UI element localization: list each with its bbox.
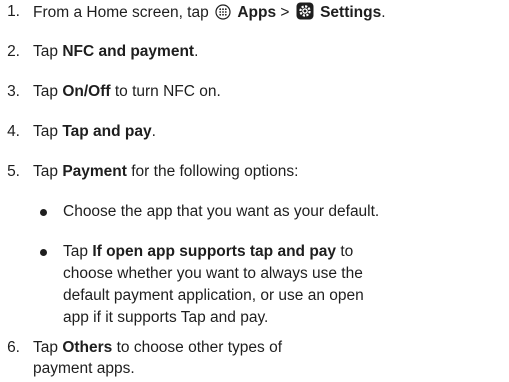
- apps-label: Apps: [237, 4, 277, 21]
- step-1-text: From a Home screen, tap Apps > Settings.: [33, 2, 386, 23]
- step-bold: NFC and payment: [62, 43, 195, 60]
- step-text: to choose other types of: [112, 339, 283, 356]
- step-number: 2.: [7, 43, 20, 60]
- step-text: Tap: [33, 123, 63, 140]
- step-number: 1.: [7, 3, 20, 20]
- step-number: 5.: [7, 163, 20, 180]
- step-text: .: [381, 4, 386, 21]
- sub-item-2-line-3: default payment application, or use an o…: [63, 287, 364, 304]
- apps-icon: [215, 4, 231, 20]
- step-text: Tap: [33, 163, 63, 180]
- step-bold: Payment: [62, 163, 127, 180]
- separator: >: [276, 4, 294, 21]
- step-text: Tap: [33, 339, 63, 356]
- sub-text: Tap: [63, 243, 93, 260]
- step-5-text: Tap Payment for the following options:: [33, 162, 298, 182]
- step-2-text: Tap NFC and payment.: [33, 42, 198, 62]
- bullet-icon: [40, 209, 47, 216]
- sub-item-1-text: Choose the app that you want as your def…: [63, 203, 380, 220]
- bullet-icon: [40, 249, 47, 256]
- sub-bold: If open app supports tap and pay: [92, 243, 337, 260]
- step-number: 3.: [7, 83, 20, 100]
- step-text: Tap: [33, 43, 63, 60]
- step-text: to turn NFC on.: [110, 83, 221, 100]
- settings-gear-icon: [296, 2, 314, 20]
- sub-item-2-line-2: choose whether you want to always use th…: [63, 265, 363, 282]
- step-3-text: Tap On/Off to turn NFC on.: [33, 82, 221, 102]
- sub-item-2-line-4: app if it supports Tap and pay.: [63, 309, 269, 326]
- step-number: 4.: [7, 123, 20, 140]
- step-6-line-1: Tap Others to choose other types of: [33, 338, 282, 358]
- settings-label: Settings: [320, 4, 382, 21]
- step-text: for the following options:: [126, 163, 299, 180]
- sub-text: to: [336, 243, 354, 260]
- step-text: From a Home screen, tap: [33, 4, 214, 21]
- step-6-line-2: payment apps.: [33, 360, 135, 377]
- sub-item-2-line-1: Tap If open app supports tap and pay to: [63, 242, 353, 262]
- step-4-text: Tap Tap and pay.: [33, 122, 156, 142]
- step-text: Tap: [33, 83, 63, 100]
- step-text: .: [194, 43, 199, 60]
- step-bold: Tap and pay: [62, 123, 152, 140]
- step-text: .: [151, 123, 156, 140]
- step-bold: On/Off: [62, 83, 111, 100]
- step-bold: Others: [62, 339, 113, 356]
- step-number: 6.: [7, 339, 20, 356]
